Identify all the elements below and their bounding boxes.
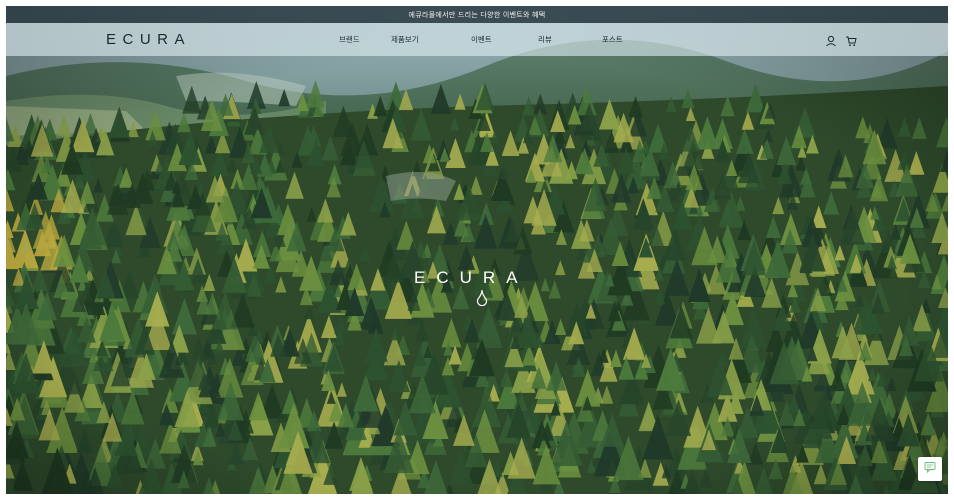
top-navigation: ECURA 브랜드 제품보기 이벤트 리뷰 포스트 — [6, 23, 948, 56]
chat-button[interactable] — [918, 457, 942, 481]
announcement-bar[interactable]: 에큐라몰에서만 드리는 다양한 이벤트와 혜택 — [6, 6, 948, 23]
announcement-text[interactable]: 에큐라몰에서만 드리는 다양한 이벤트와 혜택 — [408, 10, 545, 20]
menu-item-reviews[interactable]: 리뷰 — [538, 34, 552, 45]
user-icon[interactable] — [825, 34, 837, 47]
water-drop-icon — [475, 288, 489, 313]
menu-item-events[interactable]: 이벤트 — [471, 34, 492, 45]
hero-logo-text: ECURA — [414, 268, 529, 287]
menu-item-products[interactable]: 제품보기 — [391, 34, 419, 45]
hero-background-image — [6, 6, 948, 494]
page-frame: 에큐라몰에서만 드리는 다양한 이벤트와 혜택 ECURA 브랜드 제품보기 이… — [6, 6, 948, 494]
menu-item-posts[interactable]: 포스트 — [602, 34, 623, 45]
cart-icon[interactable] — [845, 34, 857, 47]
site-logo[interactable]: ECURA — [106, 31, 191, 48]
menu-item-brand[interactable]: 브랜드 — [339, 34, 360, 45]
hero-logo: ECURA — [414, 268, 554, 318]
chat-icon — [924, 460, 936, 478]
